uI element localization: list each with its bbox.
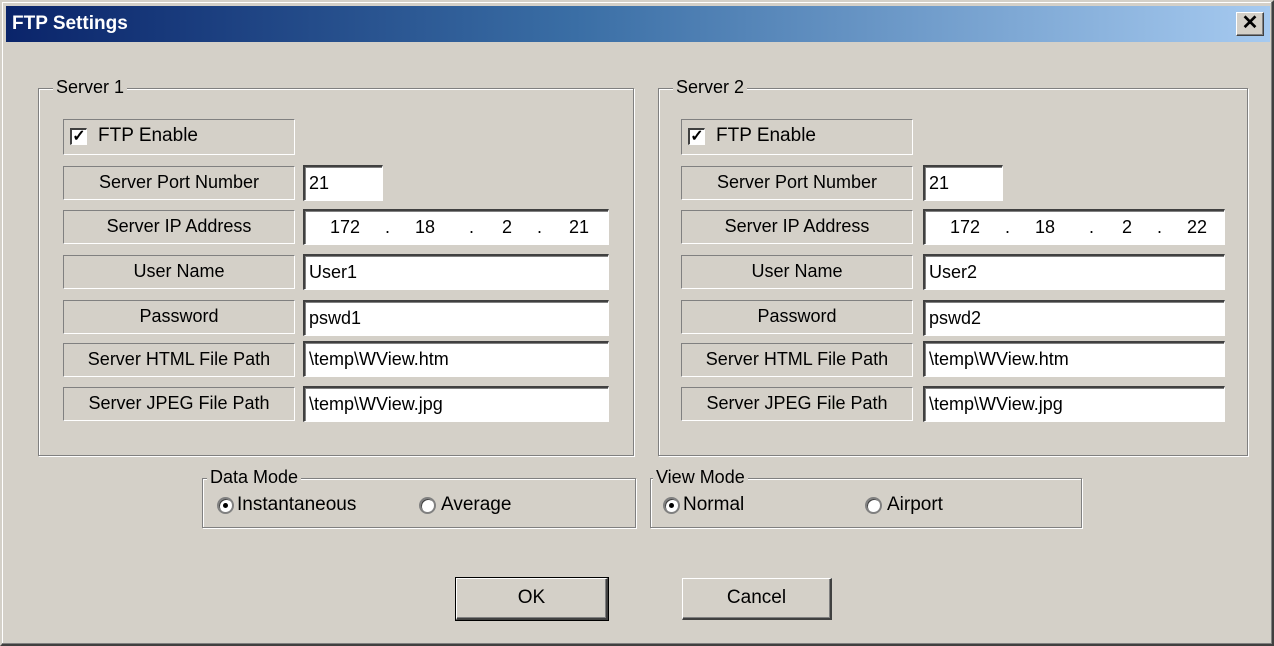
view-mode-normal-radio[interactable] — [663, 497, 680, 514]
view-mode-airport-label[interactable]: Airport — [887, 494, 943, 516]
view-mode-group: View Mode Normal Airport — [650, 467, 1082, 528]
ip-octet-4: 22 — [1186, 217, 1208, 237]
ip-octet-1: 172 — [949, 217, 981, 237]
ip-octet-2: 18 — [414, 217, 436, 237]
server1-ip-label: Server IP Address — [63, 210, 295, 244]
view-mode-legend: View Mode — [653, 467, 748, 488]
server2-jpeg-input[interactable]: \temp\WView.jpg — [923, 386, 1225, 422]
ok-button[interactable]: OK — [455, 577, 609, 621]
server1-ip-input[interactable]: 172 . 18 . 2 . 21 — [303, 209, 609, 245]
ip-dot: . — [1157, 217, 1163, 237]
server2-legend: Server 2 — [673, 77, 748, 98]
ip-dot: . — [469, 217, 475, 237]
check-icon: ✓ — [72, 128, 86, 145]
data-mode-average-radio[interactable] — [419, 497, 436, 514]
view-mode-airport-radio[interactable] — [865, 497, 882, 514]
cancel-button[interactable]: Cancel — [682, 578, 832, 620]
radio-selected-dot — [223, 503, 228, 508]
data-mode-average-label[interactable]: Average — [441, 494, 511, 516]
server1-port-input[interactable]: 21 — [303, 165, 383, 201]
server1-ftp-enable[interactable]: ✓ FTP Enable — [63, 119, 295, 155]
server2-html-label: Server HTML File Path — [681, 343, 913, 377]
ip-octet-3: 2 — [1121, 217, 1132, 237]
radio-selected-dot — [669, 503, 674, 508]
server2-port-label: Server Port Number — [681, 166, 913, 200]
server2-ip-input[interactable]: 172 . 18 . 2 . 22 — [923, 209, 1225, 245]
data-mode-instantaneous-label[interactable]: Instantaneous — [237, 494, 356, 516]
server2-group: Server 2 ✓ FTP Enable Server Port Number… — [658, 77, 1248, 456]
server1-html-input[interactable]: \temp\WView.htm — [303, 341, 609, 377]
server2-ftp-enable-checkbox[interactable]: ✓ — [688, 128, 705, 145]
server1-legend: Server 1 — [53, 77, 128, 98]
server2-port-input[interactable]: 21 — [923, 165, 1003, 201]
ip-dot: . — [537, 217, 543, 237]
ip-octet-2: 18 — [1034, 217, 1056, 237]
server1-ftp-enable-label: FTP Enable — [98, 125, 198, 146]
ip-octet-1: 172 — [329, 217, 361, 237]
server2-ftp-enable-label: FTP Enable — [716, 125, 816, 146]
ip-dot: . — [1005, 217, 1011, 237]
server1-password-input[interactable]: pswd1 — [303, 300, 609, 336]
server1-user-label: User Name — [63, 255, 295, 289]
close-icon: ✕ — [1241, 12, 1259, 34]
data-mode-group: Data Mode Instantaneous Average — [202, 467, 636, 528]
ip-octet-4: 21 — [568, 217, 590, 237]
server2-user-input[interactable]: User2 — [923, 254, 1225, 290]
server2-ip-label: Server IP Address — [681, 210, 913, 244]
server2-password-input[interactable]: pswd2 — [923, 300, 1225, 336]
close-button[interactable]: ✕ — [1236, 12, 1264, 36]
server2-password-label: Password — [681, 300, 913, 334]
window-title: FTP Settings — [12, 13, 128, 34]
server1-jpeg-label: Server JPEG File Path — [63, 387, 295, 421]
server2-jpeg-label: Server JPEG File Path — [681, 387, 913, 421]
server1-jpeg-input[interactable]: \temp\WView.jpg — [303, 386, 609, 422]
server1-html-label: Server HTML File Path — [63, 343, 295, 377]
ftp-settings-dialog: FTP Settings ✕ Server 1 ✓ FTP Enable Ser… — [0, 0, 1274, 646]
server1-group: Server 1 ✓ FTP Enable Server Port Number… — [38, 77, 634, 456]
server1-ftp-enable-checkbox[interactable]: ✓ — [70, 128, 87, 145]
ip-octet-3: 2 — [501, 217, 512, 237]
ip-dot: . — [1089, 217, 1095, 237]
server2-html-input[interactable]: \temp\WView.htm — [923, 341, 1225, 377]
data-mode-legend: Data Mode — [207, 467, 302, 488]
view-mode-normal-label[interactable]: Normal — [683, 494, 744, 516]
data-mode-instantaneous-radio[interactable] — [217, 497, 234, 514]
ip-dot: . — [385, 217, 391, 237]
server1-user-input[interactable]: User1 — [303, 254, 609, 290]
title-bar[interactable]: FTP Settings ✕ — [6, 6, 1270, 42]
server1-port-label: Server Port Number — [63, 166, 295, 200]
server2-ftp-enable[interactable]: ✓ FTP Enable — [681, 119, 913, 155]
check-icon: ✓ — [690, 128, 704, 145]
server2-user-label: User Name — [681, 255, 913, 289]
server1-password-label: Password — [63, 300, 295, 334]
